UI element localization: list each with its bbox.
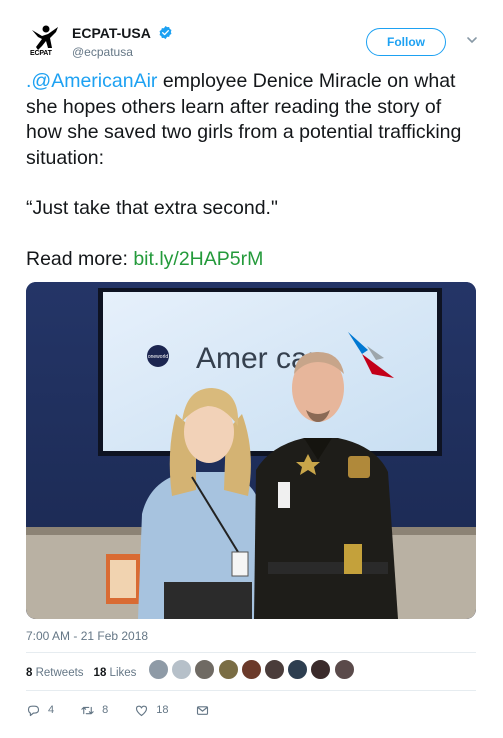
tweet-card: ECPAT ECPAT-USA @ecpatusa Follow .@Ameri…: [0, 0, 503, 738]
liker-avatars: [148, 659, 357, 683]
divider: [26, 690, 476, 691]
liker-avatar[interactable]: [194, 659, 216, 680]
envelope-icon: [196, 705, 208, 715]
retweets-count: 8: [26, 667, 33, 679]
like-count: 18: [156, 704, 169, 716]
tweet-stats: 8 Retweets 18 Likes: [26, 662, 146, 684]
liker-avatar[interactable]: [310, 659, 332, 680]
logo-text: ECPAT: [30, 50, 52, 57]
reply-button[interactable]: 4: [26, 703, 54, 718]
display-name[interactable]: ECPAT-USA: [72, 25, 151, 41]
read-more-line: Read more: bit.ly/2HAP5rM: [26, 247, 481, 273]
retweet-icon: [81, 706, 94, 714]
chevron-down-icon[interactable]: [466, 34, 478, 46]
liker-avatar[interactable]: [240, 659, 262, 680]
liker-avatar[interactable]: [148, 659, 169, 680]
likes-stat[interactable]: 18 Likes: [94, 667, 137, 679]
tweet-header: ECPAT ECPAT-USA @ecpatusa Follow: [26, 22, 486, 66]
tweet-actions: 4 8 18: [26, 700, 243, 720]
follow-button[interactable]: Follow: [366, 28, 446, 56]
likes-label: Likes: [109, 667, 137, 679]
like-button[interactable]: 18: [134, 703, 169, 718]
read-more-label: Read more:: [26, 247, 134, 270]
oneworld-logo-text: oneworld: [148, 354, 169, 360]
tweet-body-paragraph: .@AmericanAir employee Denice Miracle on…: [26, 69, 481, 171]
photo-illustration: oneworld Amer can: [26, 282, 476, 619]
liker-avatar[interactable]: [171, 659, 193, 680]
tweet-text: .@AmericanAir employee Denice Miracle on…: [26, 69, 481, 272]
tweet-timestamp[interactable]: 7:00 AM - 21 Feb 2018: [26, 629, 148, 643]
retweet-button[interactable]: 8: [80, 703, 108, 718]
direct-message-button[interactable]: [195, 703, 217, 718]
liker-avatar[interactable]: [287, 659, 309, 680]
likes-count: 18: [93, 667, 107, 679]
mention-link[interactable]: .@AmericanAir: [26, 70, 157, 92]
divider: [26, 652, 476, 653]
retweets-label: Retweets: [35, 667, 84, 679]
tweet-quote: “Just take that extra second.": [26, 197, 278, 219]
reply-icon: [27, 705, 40, 716]
account-logo[interactable]: ECPAT: [26, 24, 64, 62]
article-link[interactable]: bit.ly/2HAP5rM: [133, 248, 263, 270]
liker-avatar[interactable]: [333, 659, 355, 680]
retweets-stat[interactable]: 8 Retweets: [26, 667, 84, 679]
verified-badge-icon: [159, 26, 172, 40]
retweet-count: 8: [102, 704, 109, 716]
account-name-block[interactable]: ECPAT-USA @ecpatusa: [72, 24, 173, 59]
heart-icon: [136, 705, 148, 716]
account-handle[interactable]: @ecpatusa: [72, 45, 173, 59]
tweet-photo[interactable]: oneworld Amer can: [26, 282, 476, 619]
reply-count: 4: [48, 704, 55, 716]
liker-avatar[interactable]: [263, 659, 285, 680]
liker-avatar[interactable]: [217, 659, 239, 680]
